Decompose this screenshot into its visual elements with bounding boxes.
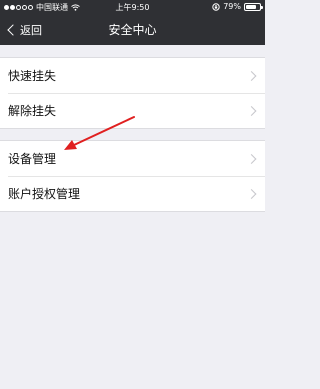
battery-icon	[244, 2, 263, 11]
status-right: 79%	[212, 2, 263, 11]
chevron-right-icon	[246, 70, 257, 81]
list-item-label: 快速挂失	[8, 69, 57, 83]
chevron-right-icon	[246, 153, 257, 164]
list-item-label: 解除挂失	[8, 104, 57, 118]
list-item-quick-report-loss[interactable]: 快速挂失	[0, 58, 265, 93]
list-item-cancel-report-loss[interactable]: 解除挂失	[0, 93, 265, 128]
phone-screen: 中国联通 上午9:50 79% 返回 安全中心 快速挂失 解除挂失 设备管理 账…	[0, 0, 265, 389]
list-item-label: 设备管理	[8, 152, 57, 166]
list-item-device-management[interactable]: 设备管理	[0, 141, 265, 176]
rotation-lock-icon	[212, 2, 220, 11]
list-group-management: 设备管理 账户授权管理	[0, 140, 265, 212]
list-item-account-authorization[interactable]: 账户授权管理	[0, 176, 265, 211]
navigation-bar: 返回 安全中心	[0, 15, 265, 45]
chevron-right-icon	[246, 105, 257, 116]
battery-percent: 79%	[223, 2, 241, 11]
chevron-right-icon	[246, 188, 257, 199]
battery-fill	[246, 4, 257, 9]
list-group-loss-report: 快速挂失 解除挂失	[0, 57, 265, 129]
status-bar: 中国联通 上午9:50 79%	[0, 0, 265, 15]
list-item-label: 账户授权管理	[8, 187, 81, 201]
page-title: 安全中心	[108, 23, 157, 37]
